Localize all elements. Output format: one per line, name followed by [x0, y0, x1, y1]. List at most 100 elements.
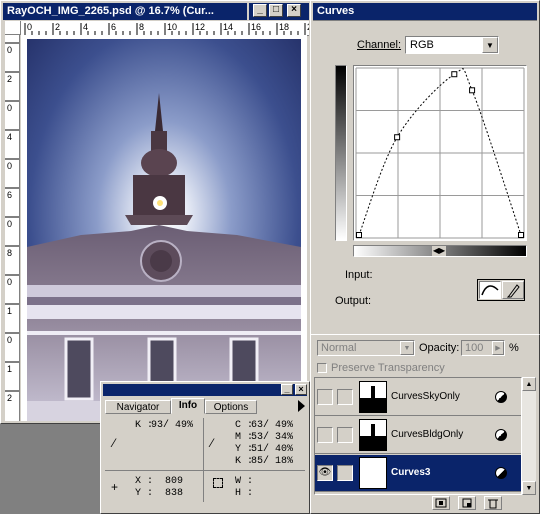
panel-menu-arrow-icon[interactable]	[298, 400, 305, 412]
ruler-tick-label: 18	[279, 22, 289, 32]
chevron-down-icon[interactable]: ▼	[482, 37, 498, 53]
input-label: Input:	[345, 269, 373, 281]
close-icon[interactable]: ×	[287, 4, 301, 17]
info-divider-h	[105, 470, 305, 471]
layers-footer	[314, 495, 536, 511]
layer-thumbnail[interactable]	[359, 381, 387, 413]
c-value: 63/ 49%	[251, 420, 294, 431]
curve-graph[interactable]	[353, 65, 527, 241]
new-adjustment-layer-icon[interactable]	[432, 496, 450, 510]
maximize-icon[interactable]: □	[269, 4, 283, 17]
opacity-unit: %	[509, 342, 519, 354]
layer-mask-spire	[371, 386, 375, 400]
info-titlebar[interactable]	[103, 384, 307, 396]
input-gradient-bar: ◀▶	[353, 245, 527, 257]
eyedropper-cmyk-icon: ⁄	[211, 436, 214, 450]
opacity-arrow-icon[interactable]: ▶	[492, 341, 504, 355]
info-panel: _ × Navigator Info Options ⁄ K : 93/ 49% ⁄…	[100, 381, 310, 514]
preserve-transparency-label: Preserve Transparency	[331, 362, 445, 374]
tab-navigator[interactable]: Navigator	[105, 400, 171, 414]
crosshair-icon: +	[111, 480, 119, 494]
ruler-tick-label: 1	[7, 364, 12, 374]
curve-tool-icon[interactable]	[479, 281, 501, 299]
ruler-tick-label: 0	[7, 45, 12, 55]
layer-name: CurvesSkyOnly	[391, 391, 460, 402]
curve-control-point[interactable]	[469, 87, 476, 94]
k2-value: 85/ 18%	[251, 456, 294, 467]
layer-mask-shape	[360, 398, 386, 412]
channel-value: RGB	[410, 39, 434, 51]
curve-control-point[interactable]	[356, 232, 362, 238]
ruler-tick-label: 0	[7, 103, 12, 113]
layer-mask-shape	[360, 436, 386, 450]
layer-row[interactable]: CurvesBldgOnly	[315, 417, 521, 454]
top-ruler: 0 2 4 6 8 10 12 14 16 18 20	[21, 21, 327, 36]
info-close-icon[interactable]: ×	[295, 384, 307, 395]
curves-title: Curves	[317, 5, 355, 17]
opacity-value: 100	[465, 342, 484, 354]
curves-dialog: Curves Channel: RGB ▼ ◀▶ Input: Output:	[310, 0, 540, 336]
eyedropper-icon: ⁄	[113, 436, 116, 450]
curve-control-point[interactable]	[394, 134, 401, 141]
m-value: 53/ 34%	[251, 432, 294, 443]
ruler-tick-label: 2	[7, 393, 12, 403]
info-content: ⁄ K : 93/ 49% ⁄ C : 63/ 49% M : 53/ 34% …	[105, 414, 305, 510]
ruler-tick-label: 0	[7, 277, 12, 287]
tab-info[interactable]: Info	[171, 398, 205, 414]
pencil-icon[interactable]	[502, 281, 524, 299]
yy-value: 838	[165, 488, 184, 499]
opacity-field[interactable]: 100 ▶	[461, 340, 505, 356]
output-label: Output:	[335, 295, 372, 307]
w-label: W :	[235, 476, 254, 487]
visibility-eye-icon[interactable]	[317, 389, 333, 405]
layer-mask-link-icon[interactable]	[337, 427, 353, 443]
left-ruler: 0 2 0 4 0 6 0 8 0 1 0 1 2	[5, 35, 20, 421]
layer-thumbnail[interactable]	[359, 419, 387, 451]
layer-row[interactable]: CurvesSkyOnly	[315, 379, 521, 416]
layer-mask-link-icon[interactable]	[337, 465, 353, 481]
layers-list: CurvesSkyOnly CurvesBldgOnly 👁 Curves3	[314, 377, 522, 495]
layer-thumbnail[interactable]	[359, 457, 387, 489]
blend-mode-select[interactable]: Normal ▼	[317, 340, 415, 356]
document-titlebar[interactable]: RayOCH_IMG_2265.psd @ 16.7% (Cur...	[3, 3, 247, 20]
visibility-eye-icon[interactable]	[317, 427, 333, 443]
ruler-tick-label: 12	[195, 22, 205, 32]
document-canvas[interactable]	[21, 35, 307, 421]
ruler-tick-label: 0	[7, 219, 12, 229]
minimize-icon[interactable]: _	[253, 4, 267, 17]
preserve-transparency-checkbox[interactable]	[317, 363, 327, 373]
ruler-tick-label: 2	[7, 74, 12, 84]
left-ruler-ticks: 0 2 0 4 0 6 0 8 0 1 0 1 2	[5, 42, 19, 403]
x-label: X :	[135, 476, 154, 487]
channel-select[interactable]: RGB ▼	[405, 36, 499, 54]
visibility-eye-icon[interactable]: 👁	[317, 465, 333, 481]
tab-options[interactable]: Options	[205, 400, 257, 414]
ruler-tick-label: 8	[7, 248, 12, 258]
curves-titlebar[interactable]: Curves	[313, 3, 537, 20]
ruler-tick-label: 4	[83, 22, 88, 32]
new-layer-icon[interactable]	[458, 496, 476, 510]
swap-gradient-icon[interactable]: ◀▶	[432, 246, 446, 256]
ruler-tick-label: 6	[111, 22, 116, 32]
selection-size-icon	[213, 478, 223, 488]
curve-control-point[interactable]	[518, 232, 524, 238]
info-minimize-icon[interactable]: _	[281, 384, 293, 395]
scroll-up-icon[interactable]: ▲	[522, 377, 536, 391]
yy-label: Y :	[135, 488, 154, 499]
layer-row[interactable]: 👁 Curves3	[315, 455, 521, 492]
layers-scrollbar[interactable]: ▲ ▼	[522, 377, 536, 495]
curve-plot[interactable]	[354, 66, 526, 240]
ruler-tick-label: 1	[7, 306, 12, 316]
trash-icon[interactable]	[484, 496, 502, 510]
scroll-down-icon[interactable]: ▼	[522, 481, 536, 495]
ruler-tick-label: 20	[307, 22, 309, 32]
info-divider-v	[203, 418, 204, 502]
blend-chevron-down-icon[interactable]: ▼	[400, 341, 414, 355]
ruler-tick-label: 16	[251, 22, 261, 32]
layer-mask-link-icon[interactable]	[337, 389, 353, 405]
y-value: 51/ 40%	[251, 444, 294, 455]
image-content	[27, 39, 301, 421]
ruler-tick-label: 8	[139, 22, 144, 32]
curve-control-point[interactable]	[451, 71, 458, 78]
top-ruler-ticks: 0 2 4 6 8 10 12 14 16 18 20	[24, 22, 327, 35]
